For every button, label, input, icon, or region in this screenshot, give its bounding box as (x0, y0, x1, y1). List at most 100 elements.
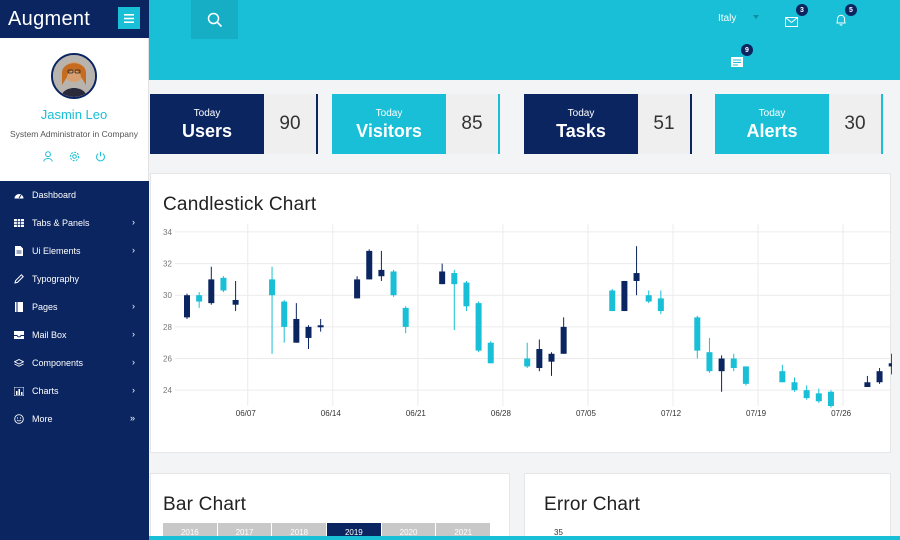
language-select[interactable]: Italy (718, 13, 736, 24)
sidebar-nav: Dashboard Tabs & Panels › Ui Elements › … (0, 181, 149, 433)
candle-body (402, 307, 409, 327)
candle-body (184, 295, 190, 318)
dashboard-icon (14, 190, 24, 200)
stat-value: 30 (829, 94, 883, 154)
stat-title: Users (181, 121, 233, 141)
chevron-right-icon: › (132, 329, 135, 339)
candle-body (293, 318, 300, 343)
candle-body (609, 290, 616, 312)
sidebar-item-label: Dashboard (32, 190, 77, 200)
sidebar-item-ui-elements[interactable]: Ui Elements › (0, 237, 149, 265)
smile-icon (14, 414, 24, 424)
list-card-icon (731, 57, 743, 67)
candle-body (864, 382, 871, 388)
mail-badge: 3 (796, 4, 808, 16)
bell-icon (836, 14, 846, 26)
inbox-icon (14, 330, 24, 340)
envelope-icon (785, 17, 798, 27)
stat-caption: Today (193, 108, 221, 119)
profile-role: System Administrator in Company (9, 129, 139, 139)
sidebar-item-dashboard[interactable]: Dashboard (0, 181, 149, 209)
messages-button[interactable] (731, 54, 745, 67)
candle-body (220, 277, 227, 291)
candle-body (487, 342, 494, 364)
layers-icon (14, 358, 24, 368)
candle-body (196, 295, 203, 302)
profile-name: Jasmin Leo (40, 107, 108, 122)
x-tick-label: 07/26 (831, 409, 852, 418)
power-icon[interactable] (94, 150, 106, 162)
candle-body (354, 279, 361, 299)
candle-body (791, 382, 798, 391)
avatar-image (53, 55, 95, 97)
candle-body (317, 325, 324, 328)
candle-body (536, 349, 543, 369)
stat-value: 90 (264, 94, 318, 154)
file-icon (14, 246, 24, 256)
stat-card-alerts[interactable]: Today Alerts 30 (715, 94, 883, 154)
sidebar-item-label: More (32, 414, 53, 424)
pencil-icon (14, 274, 24, 284)
candle-body (451, 273, 458, 285)
stat-value: 51 (638, 94, 692, 154)
error-chart-panel: Error Chart 35 (524, 473, 891, 540)
stat-label-block: Today Alerts (715, 94, 829, 154)
x-tick-label: 06/28 (491, 409, 512, 418)
candle-body (645, 295, 652, 302)
sidebar-item-more[interactable]: More » (0, 405, 149, 433)
mail-button[interactable] (785, 14, 799, 27)
sidebar-item-pages[interactable]: Pages › (0, 293, 149, 321)
sidebar-item-typography[interactable]: Typography (0, 265, 149, 293)
candle-body (827, 391, 834, 406)
settings-icon[interactable] (68, 150, 80, 162)
candle-body (876, 371, 883, 383)
hamburger-icon (124, 13, 134, 23)
sidebar-item-label: Pages (32, 302, 58, 312)
stat-value: 85 (446, 94, 500, 154)
y-tick-label: 28 (163, 323, 172, 332)
stat-title: Alerts (746, 121, 798, 141)
candle-body (390, 271, 397, 296)
table-icon (14, 218, 24, 228)
y-tick-label: 30 (163, 291, 172, 300)
stat-title: Visitors (356, 121, 422, 141)
stat-caption: Today (375, 108, 403, 119)
sidebar-item-label: Mail Box (32, 330, 67, 340)
candle-body (439, 271, 446, 285)
user-icon[interactable] (42, 150, 54, 162)
x-tick-label: 07/12 (661, 409, 682, 418)
stat-card-users[interactable]: Today Users 90 (150, 94, 318, 154)
candle-body (560, 326, 567, 354)
candle-body (305, 326, 312, 338)
candle-body (269, 279, 276, 296)
x-tick-label: 07/19 (746, 409, 767, 418)
chevron-right-icon: › (132, 301, 135, 311)
sidebar-item-label: Components (32, 358, 84, 368)
sidebar-item-mail-box[interactable]: Mail Box › (0, 321, 149, 349)
hamburger-button[interactable] (118, 7, 140, 29)
sidebar-item-tabs-panels[interactable]: Tabs & Panels › (0, 209, 149, 237)
caret-down-icon[interactable] (753, 15, 759, 19)
candle-body (378, 269, 385, 277)
bar-chart-panel: Bar Chart 2016 2017 2018 2019 2020 2021 (150, 473, 510, 540)
candle-body (742, 366, 749, 384)
stat-caption: Today (567, 108, 595, 119)
y-tick-label: 26 (163, 355, 172, 364)
stat-card-visitors[interactable]: Today Visitors 85 (332, 94, 500, 154)
search-button[interactable] (191, 0, 238, 39)
candle-body (463, 282, 470, 307)
candle-body (815, 393, 822, 402)
stat-title: Tasks (556, 121, 606, 141)
sidebar-item-components[interactable]: Components › (0, 349, 149, 377)
candle-body (779, 371, 786, 383)
x-tick-label: 07/05 (576, 409, 597, 418)
sidebar-item-charts[interactable]: Charts › (0, 377, 149, 405)
candle-body (888, 363, 892, 367)
avatar[interactable] (51, 53, 97, 99)
topbar: Italy 3 5 9 (149, 0, 900, 80)
candle-body (730, 358, 737, 369)
candle-body (718, 358, 725, 372)
stat-card-tasks[interactable]: Today Tasks 51 (524, 94, 692, 154)
stat-label-block: Today Visitors (332, 94, 446, 154)
candle-body (621, 280, 628, 312)
